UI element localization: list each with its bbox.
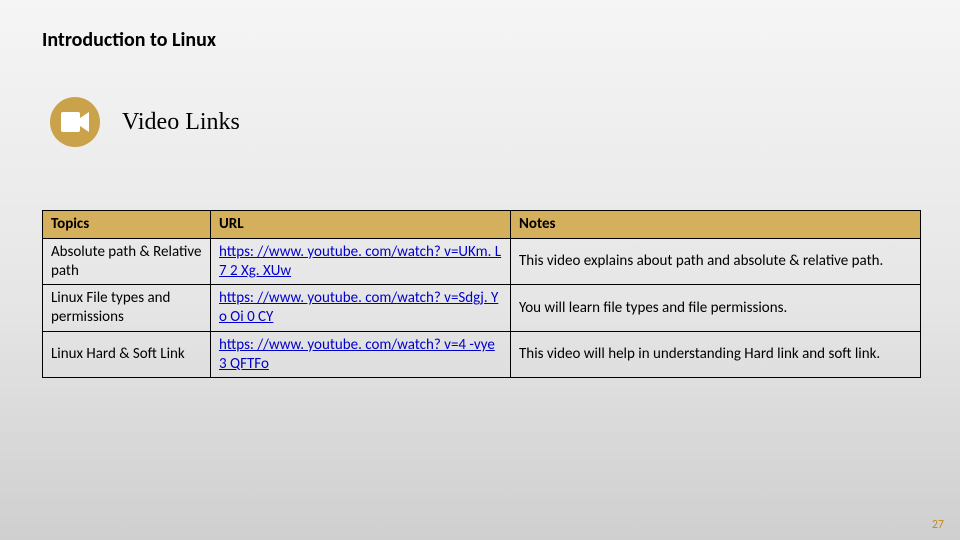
cell-notes: You will learn file types and file permi… [511,285,921,332]
cell-topic: Absolute path & Relative path [43,238,211,285]
cell-url: https: //www. youtube. com/watch? v=4 -v… [211,331,511,378]
page-title: Introduction to Linux [42,28,216,52]
table-row: Absolute path & Relative path https: //w… [43,238,921,285]
cell-topic: Linux File types and permissions [43,285,211,332]
video-link[interactable]: https: //www. youtube. com/watch? v=Sdgj… [219,289,498,326]
table-header-row: Topics URL Notes [43,211,921,239]
table-row: Linux Hard & Soft Link https: //www. you… [43,331,921,378]
cell-url: https: //www. youtube. com/watch? v=Sdgj… [211,285,511,332]
video-link[interactable]: https: //www. youtube. com/watch? v=UKm.… [219,243,501,280]
cell-notes: This video will help in understanding Ha… [511,331,921,378]
header-notes: Notes [511,211,921,239]
video-links-table: Topics URL Notes Absolute path & Relativ… [42,210,921,378]
section-title: Video Links [122,109,240,136]
header-topics: Topics [43,211,211,239]
section-header: Video Links [50,97,240,147]
video-link[interactable]: https: //www. youtube. com/watch? v=4 -v… [219,336,495,373]
slide-number: 27 [932,518,944,532]
table-row: Linux File types and permissions https: … [43,285,921,332]
video-camera-icon [50,97,100,147]
cell-url: https: //www. youtube. com/watch? v=UKm.… [211,238,511,285]
cell-topic: Linux Hard & Soft Link [43,331,211,378]
header-url: URL [211,211,511,239]
cell-notes: This video explains about path and absol… [511,238,921,285]
